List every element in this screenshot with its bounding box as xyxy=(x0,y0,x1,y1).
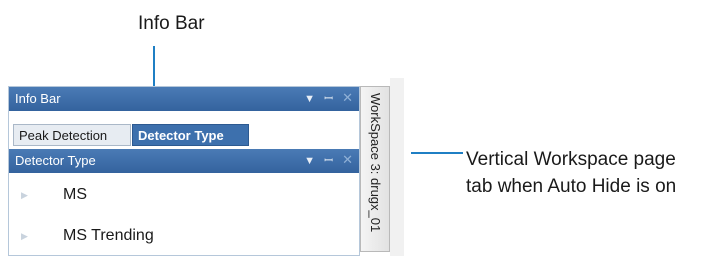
callout-vertical-tab-line2: tab when Auto Hide is on xyxy=(466,176,677,197)
tab-peak-detection[interactable]: Peak Detection xyxy=(13,124,131,146)
callout-vertical-tab-line1: Vertical Workspace page xyxy=(466,149,676,170)
list-item-label: MS xyxy=(63,186,87,203)
tab-detector-type[interactable]: Detector Type xyxy=(132,124,249,146)
close-icon[interactable]: ✕ xyxy=(342,90,353,106)
vertical-workspace-tab-label: WorkSpace 3: drugx_01 xyxy=(368,93,383,233)
list-item-ms-trending[interactable]: ▶ MS Trending xyxy=(9,221,359,253)
tab-strip: Peak Detection Detector Type xyxy=(9,111,359,147)
callout-leader-right xyxy=(411,152,463,154)
info-bar-panel: Info Bar ▼ ꟷ ✕ Peak Detection Detector T… xyxy=(8,86,360,256)
dropdown-arrow-icon[interactable]: ▼ xyxy=(304,93,315,105)
close-icon[interactable]: ✕ xyxy=(342,152,353,168)
expand-arrow-icon[interactable]: ▶ xyxy=(21,231,28,242)
pin-icon[interactable]: ꟷ xyxy=(324,91,333,106)
vertical-workspace-tab[interactable]: WorkSpace 3: drugx_01 xyxy=(360,86,390,252)
detector-type-title: Detector Type xyxy=(15,153,96,168)
list-item-label: MS Trending xyxy=(63,227,154,244)
detector-type-titlebar: Detector Type ▼ ꟷ ✕ xyxy=(9,149,359,173)
list-item-ms[interactable]: ▶ MS xyxy=(9,180,359,212)
info-bar-titlebar: Info Bar ▼ ꟷ ✕ xyxy=(9,87,359,111)
dropdown-arrow-icon[interactable]: ▼ xyxy=(304,155,315,167)
auto-hide-strip xyxy=(390,78,404,256)
expand-arrow-icon[interactable]: ▶ xyxy=(21,190,28,201)
info-bar-title: Info Bar xyxy=(15,91,61,106)
pin-icon[interactable]: ꟷ xyxy=(324,153,333,168)
callout-info-bar: Info Bar xyxy=(138,13,205,34)
callout-vertical-tab: Vertical Workspace page tab when Auto Hi… xyxy=(466,146,676,200)
